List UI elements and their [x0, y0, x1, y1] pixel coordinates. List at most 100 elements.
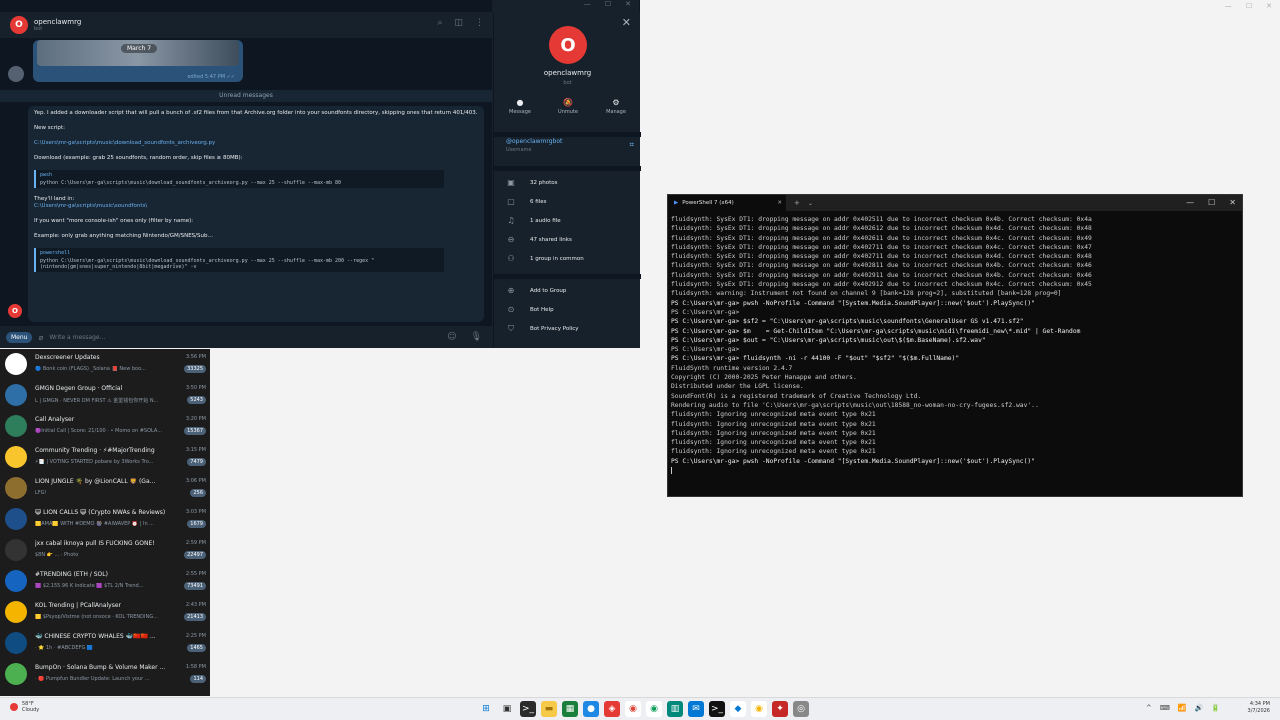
code-block[interactable]: powershell python C:\Users\mr-ga\scripts… [34, 248, 444, 272]
files-row[interactable]: ▢ 6 files [506, 197, 546, 206]
battery-icon[interactable]: 🔋 [1211, 704, 1220, 712]
close-profile-icon[interactable]: ✕ [622, 16, 631, 29]
chat-time: 2:55 PM [185, 571, 206, 577]
chat-list-item[interactable]: #TRENDING (ETH / SOL) 2:55 PM 🟪 $2,155.96 … [0, 566, 210, 597]
store-icon[interactable]: ▦ [562, 701, 578, 717]
chat-list-item[interactable]: KOL Trending | PCallAnalyser 2:43 PM 🟨 $Ps… [0, 597, 210, 628]
chrome3-icon[interactable]: ◉ [751, 701, 767, 717]
folder-path-link[interactable]: C:\Users\mr-ga\scripts\music\soundfonts\ [34, 203, 147, 209]
chat-list-item[interactable]: jxx cabal iknoya pull IS FUCKING GONE! 2:… [0, 535, 210, 566]
sidebar-toggle-icon[interactable]: ◫ [454, 18, 463, 28]
links-count: 47 shared links [530, 236, 572, 243]
app7-icon[interactable]: ✦ [772, 701, 788, 717]
qr-code-icon[interactable]: ⌗ [629, 140, 634, 150]
chat-time: 3:56 PM [185, 354, 206, 360]
chat-list-item[interactable]: BumpOn · Solana Bump & Volume Maker ... 1… [0, 659, 210, 690]
script-path-link[interactable]: C:\Users\mr-ga\scripts\music\download_so… [34, 140, 478, 147]
profile-avatar[interactable]: O [549, 26, 587, 64]
chat-list-item[interactable]: Community Trending · ⚡#MajorTrending 3:15… [0, 442, 210, 473]
message-action-button[interactable]: ● Message [502, 98, 538, 115]
photos-row[interactable]: ▣ 32 photos [506, 178, 557, 187]
message-input[interactable]: Write a message... [49, 334, 441, 341]
clock-date: 3/7/2026 [1247, 708, 1270, 714]
volume-icon[interactable]: 🔊 [1195, 704, 1204, 712]
chat-time: 3:03 PM [185, 509, 206, 515]
chat-list-item[interactable]: LION JUNGLE 🌴 by @LionCALL 🦁 (Ga... 3:06 … [0, 473, 210, 504]
username-row[interactable]: @openclawmrgbot Username ⌗ [506, 138, 634, 153]
maximize-icon[interactable]: ☐ [1208, 198, 1215, 207]
app4-icon[interactable]: ✉ [688, 701, 704, 717]
weather-widget[interactable]: 58°F Cloudy [10, 701, 39, 713]
maximize-icon[interactable]: ☐ [1246, 2, 1252, 10]
chat-avatar [5, 446, 27, 468]
close-icon[interactable]: ✕ [1229, 198, 1236, 207]
message-composer: Menu ⌀ Write a message... ☺ 🎙 [0, 326, 492, 348]
action-label: Message [509, 109, 531, 115]
new-tab-icon[interactable]: + [794, 199, 800, 207]
emoji-icon[interactable]: ☺ [447, 332, 456, 342]
chat-list-item[interactable]: Dexscreener Updates 3:56 PM 🔵 Bonk coin (F… [0, 349, 210, 380]
wifi-icon[interactable]: 📶 [1178, 704, 1187, 712]
terminal-tab[interactable]: ▶ PowerShell 7 (x64) ✕ [668, 195, 786, 211]
app5-icon[interactable]: >_ [709, 701, 725, 717]
maximize-icon[interactable]: ☐ [605, 0, 611, 12]
app8-icon[interactable]: ◎ [793, 701, 809, 717]
add-to-group-row[interactable]: ⊕ Add to Group [506, 286, 567, 295]
chat-status: bot [34, 26, 43, 32]
chat-avatar[interactable]: O [10, 16, 28, 34]
terminal-icon[interactable]: >_ [520, 701, 536, 717]
code-block[interactable]: pwsh python C:\Users\mr-ga\scripts\music… [34, 170, 444, 188]
menu-button[interactable]: Menu [6, 331, 33, 343]
explorer-icon[interactable]: ▬ [541, 701, 557, 717]
chat-time: 2:25 PM [185, 633, 206, 639]
chrome1-icon[interactable]: ◉ [625, 701, 641, 717]
chat-list-item[interactable]: Call Analyser 3:20 PM 🟣Initial Call | Scor… [0, 411, 210, 442]
bot-help-row[interactable]: ⊙ Bot Help [506, 305, 554, 314]
privacy-policy-row[interactable]: ⛉ Bot Privacy Policy [506, 324, 579, 334]
app2-icon[interactable]: ◈ [604, 701, 620, 717]
terminal-line: fluidsynth: SysEx DT1: dropping message … [671, 262, 1092, 270]
keyboard-icon[interactable]: ⌨ [1160, 704, 1170, 712]
minimize-icon[interactable]: — [1186, 198, 1194, 207]
app6-icon[interactable]: ◆ [730, 701, 746, 717]
close-icon[interactable]: ✕ [1266, 2, 1272, 10]
more-icon[interactable]: ⋮ [475, 18, 484, 28]
chat-list-item[interactable]: 🐳 CHINESE CRYPTO WHALES 🐳🇨🇳🇨🇳 ... 2:25 PM… [0, 628, 210, 659]
audio-row[interactable]: ♫ 1 audio file [506, 216, 560, 225]
unread-badge: 22497 [184, 551, 206, 559]
groups-row[interactable]: ⚇ 1 group in common [506, 254, 583, 263]
desktop-controls: — ☐ ✕ [1225, 2, 1272, 10]
tray-overflow-icon[interactable]: ^ [1146, 704, 1152, 712]
bot-avatar[interactable]: O [8, 304, 22, 318]
file-icon: ▢ [507, 197, 515, 206]
links-row[interactable]: ⊖ 47 shared links [506, 235, 572, 244]
terminal-line: fluidsynth: SysEx DT1: dropping message … [671, 225, 1092, 233]
chat-list-item[interactable]: GMGN Degen Group · Official 3:50 PM L | GM… [0, 380, 210, 411]
chat-title: KOL Trending | PCallAnalyser [35, 602, 122, 609]
attach-icon[interactable]: ⌀ [38, 333, 43, 342]
unread-badge: 33325 [184, 365, 206, 373]
app3-icon[interactable]: ▥ [667, 701, 683, 717]
username-value[interactable]: @openclawmrgbot [506, 138, 634, 145]
unread-badge: 21413 [184, 613, 206, 621]
close-tab-icon[interactable]: ✕ [777, 200, 782, 206]
chevron-down-icon[interactable]: ⌄ [808, 200, 813, 207]
search-icon[interactable]: ⌕ [437, 18, 442, 28]
manage-action-button[interactable]: ⚙ Manage [598, 98, 634, 115]
app1-icon[interactable]: ● [583, 701, 599, 717]
start-icon[interactable]: ⊞ [478, 701, 494, 717]
terminal-output[interactable]: fluidsynth: SysEx DT1: dropping message … [668, 211, 1242, 497]
sender-avatar[interactable] [8, 66, 24, 82]
minimize-icon[interactable]: — [584, 0, 591, 12]
taskview-icon[interactable]: ▣ [499, 701, 515, 717]
chrome2-icon[interactable]: ◉ [646, 701, 662, 717]
microphone-icon[interactable]: 🎙 [471, 332, 482, 342]
divider [494, 132, 641, 137]
clock[interactable]: 4:34 PM 3/7/2026 [1248, 701, 1270, 715]
chat-header[interactable]: O openclawmrg bot ⌕ ◫ ⋮ [0, 12, 492, 38]
image-message[interactable]: March 7 edited 5:47 PM ✓✓ [33, 40, 243, 82]
minimize-icon[interactable]: — [1225, 2, 1232, 10]
close-icon[interactable]: ✕ [625, 0, 631, 12]
unmute-action-button[interactable]: 🔕 Unmute [550, 98, 586, 115]
chat-list-item[interactable]: 😺 LION CALLS 😺 (Crypto NWAs & Reviews) 3:… [0, 504, 210, 535]
